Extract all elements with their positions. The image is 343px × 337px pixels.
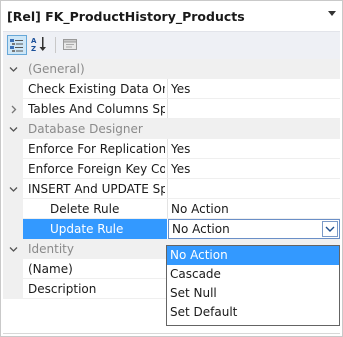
property-row-delete-rule[interactable]: Delete Rule No Action	[3, 199, 340, 219]
category-label: Identity	[28, 242, 74, 256]
toolbar-separator	[55, 37, 56, 53]
property-pages-button[interactable]	[61, 35, 81, 55]
property-pages-icon	[63, 39, 77, 50]
property-row-check-existing[interactable]: Check Existing Data On C Yes	[3, 79, 340, 99]
dropdown-button[interactable]	[322, 221, 338, 237]
property-value[interactable]: No Action	[171, 202, 229, 216]
property-value[interactable]: Yes	[171, 142, 190, 156]
chevron-down-icon[interactable]	[9, 125, 18, 134]
property-row-insert-update[interactable]: INSERT And UPDATE Spe	[3, 179, 340, 199]
property-value[interactable]: Yes	[171, 82, 190, 96]
dropdown-option[interactable]: Cascade	[167, 265, 339, 284]
property-row-enforce-fk[interactable]: Enforce Foreign Key Con Yes	[3, 159, 340, 179]
chevron-down-icon[interactable]	[9, 245, 18, 254]
update-rule-select[interactable]: No Action	[168, 219, 340, 239]
update-rule-value: No Action	[172, 222, 230, 236]
property-name: Delete Rule	[50, 202, 120, 216]
property-row-update-rule[interactable]: Update Rule No Action	[3, 219, 340, 239]
update-rule-dropdown-list: No Action Cascade Set Null Set Default	[166, 245, 340, 326]
dropdown-option[interactable]: No Action	[167, 246, 339, 265]
category-label: (General)	[28, 62, 85, 76]
alphabetical-button[interactable]: A Z	[30, 35, 50, 55]
chevron-down-icon[interactable]	[9, 185, 18, 194]
chevron-down-icon[interactable]	[328, 11, 336, 16]
toolbar: A Z	[3, 31, 340, 60]
property-name: Enforce For Replication	[28, 142, 165, 156]
svg-text:Z: Z	[31, 45, 36, 53]
grid-bottom-border	[3, 333, 340, 334]
object-selector-label: [Rel] FK_ProductHistory_Products	[7, 9, 245, 24]
property-name: Description	[28, 282, 97, 296]
property-row-tables-columns[interactable]: Tables And Columns Spe	[3, 99, 340, 119]
object-selector[interactable]: [Rel] FK_ProductHistory_Products	[3, 3, 340, 30]
chevron-down-icon[interactable]	[9, 65, 18, 74]
category-general[interactable]: (General)	[3, 59, 340, 79]
svg-text:A: A	[31, 37, 37, 45]
property-name: Tables And Columns Spe	[28, 102, 165, 116]
properties-window: [Rel] FK_ProductHistory_Products A Z (Ge…	[0, 0, 343, 337]
property-name: Update Rule	[50, 222, 124, 236]
category-database-designer[interactable]: Database Designer	[3, 119, 340, 139]
property-name: (Name)	[28, 262, 73, 276]
dropdown-option[interactable]: Set Null	[167, 284, 339, 303]
categorized-icon	[10, 39, 23, 52]
chevron-down-icon	[325, 226, 335, 232]
dropdown-option[interactable]: Set Default	[167, 303, 339, 322]
categorized-button[interactable]	[7, 35, 27, 55]
alphabetical-icon: A Z	[31, 37, 46, 53]
property-value[interactable]: Yes	[171, 162, 190, 176]
property-name: Enforce Foreign Key Con	[28, 162, 165, 176]
chevron-right-icon[interactable]	[9, 105, 18, 114]
category-label: Database Designer	[28, 122, 143, 136]
property-row-enforce-replication[interactable]: Enforce For Replication Yes	[3, 139, 340, 159]
property-name: INSERT And UPDATE Spe	[28, 182, 165, 196]
property-name: Check Existing Data On C	[28, 82, 165, 96]
